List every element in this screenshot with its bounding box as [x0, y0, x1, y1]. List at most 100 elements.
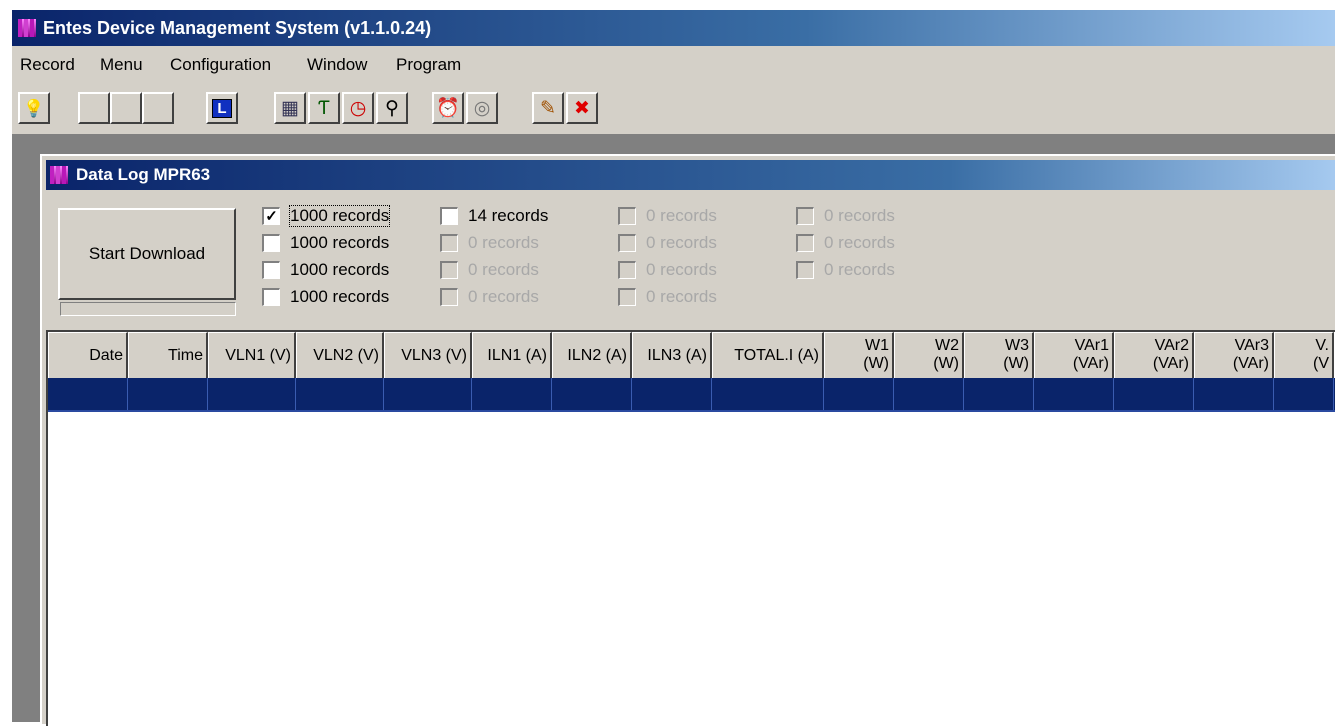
menu-menu[interactable]: Menu — [100, 55, 143, 75]
column-header[interactable]: ILN3 (A) — [632, 332, 712, 378]
child-title: Data Log MPR63 — [76, 165, 211, 184]
cell-divider — [295, 378, 296, 410]
lightbulb-button[interactable]: 💡 — [18, 92, 50, 124]
cell-divider — [1193, 378, 1194, 410]
column-header[interactable]: Date — [48, 332, 128, 378]
disc-icon: ◎ — [473, 97, 491, 119]
person-icon: ⚲ — [385, 97, 399, 119]
toolbar-button-3[interactable] — [142, 92, 174, 124]
cell-divider — [471, 378, 472, 410]
column-header[interactable]: TOTAL.I (A) — [712, 332, 824, 378]
column-header-label: W3 — [1005, 337, 1029, 354]
clock-icon: ◷ — [349, 97, 367, 119]
checkbox-icon — [618, 234, 636, 252]
start-download-label: Start Download — [88, 244, 206, 263]
checkbox-label: 0 records — [468, 233, 539, 252]
alarm-clock-icon: ⏰ — [436, 97, 460, 119]
clock-button[interactable]: ◷ — [342, 92, 374, 124]
checkbox-icon — [796, 261, 814, 279]
toolbar-button-1[interactable] — [78, 92, 110, 124]
column-header[interactable]: W3 (W) — [964, 332, 1034, 378]
checkbox-icon[interactable] — [440, 207, 458, 225]
device-button[interactable]: Ƭ — [308, 92, 340, 124]
column-header-label: TOTAL.I (A) — [734, 347, 819, 364]
column-header-unit: (W) — [863, 355, 889, 372]
column-header-label: VLN3 (V) — [401, 347, 467, 364]
column-header[interactable]: VLN2 (V) — [296, 332, 384, 378]
cell-divider — [823, 378, 824, 410]
edit-button[interactable]: ✎ — [532, 92, 564, 124]
column-header[interactable]: V. (V — [1274, 332, 1334, 378]
column-header-unit: (VAr) — [1072, 355, 1109, 372]
checkbox-label: 0 records — [824, 233, 895, 252]
column-header-label: W2 — [935, 337, 959, 354]
cell-divider — [711, 378, 712, 410]
checkbox-label: 0 records — [824, 206, 895, 225]
close-button[interactable]: ✖ — [566, 92, 598, 124]
column-header[interactable]: W2 (W) — [894, 332, 964, 378]
app-title: Entes Device Management System (v1.1.0.2… — [43, 18, 432, 38]
lightbulb-icon: 💡 — [23, 98, 45, 118]
column-header[interactable]: Time — [128, 332, 208, 378]
calendar-icon: ▦ — [281, 97, 299, 119]
cell-divider — [551, 378, 552, 410]
toolbar: 💡 L ▦ Ƭ ◷ ⚲ ⏰ ◎ ✎ ✖ — [12, 84, 1335, 136]
checkbox-icon[interactable] — [262, 234, 280, 252]
column-header-label: VLN2 (V) — [313, 347, 379, 364]
column-header-label: Date — [89, 347, 123, 364]
window-icon — [50, 166, 68, 184]
column-header-unit: (W) — [933, 355, 959, 372]
column-header[interactable]: VLN1 (V) — [208, 332, 296, 378]
checkbox-checked-icon[interactable]: ✓ — [262, 207, 280, 225]
cell-divider — [1113, 378, 1114, 410]
checkbox-label: 0 records — [646, 260, 717, 279]
start-download-button[interactable]: Start Download — [58, 208, 236, 300]
column-header[interactable]: VLN3 (V) — [384, 332, 472, 378]
menu-record[interactable]: Record — [20, 55, 75, 75]
column-header[interactable]: VAr1 (VAr) — [1034, 332, 1114, 378]
cell-divider — [1273, 378, 1274, 410]
table-row[interactable] — [48, 378, 1335, 412]
l-button[interactable]: L — [206, 92, 238, 124]
checkbox-icon — [796, 207, 814, 225]
person-button[interactable]: ⚲ — [376, 92, 408, 124]
column-header[interactable]: ILN1 (A) — [472, 332, 552, 378]
column-header[interactable]: W1 (W) — [824, 332, 894, 378]
calendar-button[interactable]: ▦ — [274, 92, 306, 124]
checkbox-icon — [618, 288, 636, 306]
toolbar-button-2[interactable] — [110, 92, 142, 124]
checkbox-label: 1000 records — [288, 205, 391, 227]
column-header-label: VLN1 (V) — [225, 347, 291, 364]
column-header[interactable]: VAr3 (VAr) — [1194, 332, 1274, 378]
menu-window[interactable]: Window — [307, 55, 367, 75]
cell-divider — [1333, 378, 1334, 410]
column-header-label: W1 — [865, 337, 889, 354]
alarm-clock-button[interactable]: ⏰ — [432, 92, 464, 124]
cell-divider — [127, 378, 128, 410]
checkbox-label: 0 records — [646, 233, 717, 252]
child-title-bar[interactable]: Data Log MPR63 — [46, 160, 1335, 190]
app-title-bar[interactable]: Entes Device Management System (v1.1.0.2… — [12, 10, 1335, 46]
l-icon: L — [212, 98, 232, 118]
checkbox-icon — [440, 288, 458, 306]
checkbox-icon[interactable] — [262, 288, 280, 306]
device-icon: Ƭ — [318, 97, 330, 119]
data-grid[interactable]: Date Time VLN1 (V) VLN2 (V) VLN3 (V) ILN1 (A)… — [46, 330, 1335, 726]
checkbox-label: 0 records — [646, 206, 717, 225]
menu-program[interactable]: Program — [396, 55, 461, 75]
checkbox-icon — [618, 261, 636, 279]
menu-configuration[interactable]: Configuration — [170, 55, 271, 75]
disc-button[interactable]: ◎ — [466, 92, 498, 124]
data-log-window: Data Log MPR63 Start Download ✓ 1000 reco… — [40, 154, 1335, 726]
menu-bar: Record Menu Configuration Window Program — [12, 46, 1335, 84]
column-header-label: Time — [168, 347, 203, 364]
column-header-label: ILN1 (A) — [487, 347, 547, 364]
checkbox-icon — [440, 234, 458, 252]
column-header[interactable]: VAr2 (VAr) — [1114, 332, 1194, 378]
cell-divider — [207, 378, 208, 410]
column-header-label: VAr2 — [1154, 337, 1189, 354]
column-header[interactable]: ILN2 (A) — [552, 332, 632, 378]
checkbox-icon[interactable] — [262, 261, 280, 279]
checkbox-label: 1000 records — [290, 287, 390, 306]
checkbox-label: 14 records — [468, 206, 549, 225]
